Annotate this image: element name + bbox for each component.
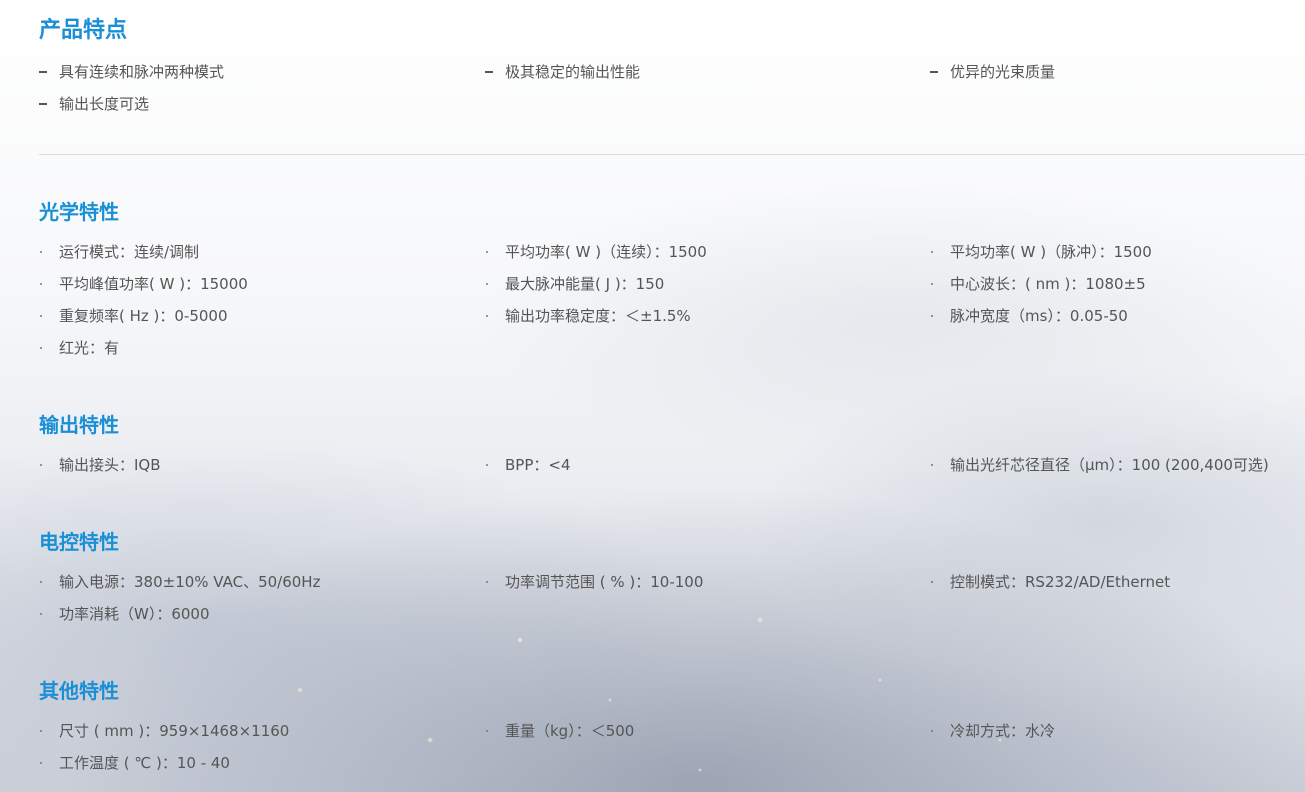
list-item: 输出长度可选 <box>39 94 485 126</box>
bullet-icon <box>39 242 51 262</box>
list-item: 冷却方式：水冷 <box>930 721 1305 753</box>
bullet-icon <box>930 242 942 262</box>
list-item: 工作温度 ( ℃ )：10 - 40 <box>39 753 485 785</box>
list-item: 功率消耗（W）：6000 <box>39 604 485 636</box>
list-item: 运行模式：连续/调制 <box>39 242 485 274</box>
list-item: 输出光纤芯径直径（μm）：100 (200,400可选) <box>930 455 1305 487</box>
list-item: 平均峰值功率( W )：15000 <box>39 274 485 306</box>
optical-heading: 光学特性 <box>39 200 119 224</box>
bullet-icon <box>485 721 497 741</box>
dash-icon <box>930 62 942 82</box>
bullet-icon <box>930 274 942 294</box>
output-list: 输出接头：IQB BPP：<4 输出光纤芯径直径（μm）：100 (200,40… <box>39 455 1305 487</box>
list-item: 平均功率( W )（连续）：1500 <box>485 242 930 274</box>
features-list: 具有连续和脉冲两种模式 极其稳定的输出性能 优异的光束质量 输出长度可选 <box>39 62 1305 126</box>
bullet-icon <box>485 242 497 262</box>
section-divider <box>39 154 1305 155</box>
bullet-icon <box>485 572 497 592</box>
other-heading: 其他特性 <box>39 679 119 703</box>
bullet-icon <box>485 274 497 294</box>
list-item: 最大脉冲能量( J )：150 <box>485 274 930 306</box>
electrical-list: 输入电源：380±10% VAC、50/60Hz 功率调节范围 ( % )：10… <box>39 572 1305 636</box>
list-item: 输出接头：IQB <box>39 455 485 487</box>
list-item: 中心波长：( nm )：1080±5 <box>930 274 1305 306</box>
list-item: 红光：有 <box>39 338 485 370</box>
bullet-icon <box>485 306 497 326</box>
optical-list: 运行模式：连续/调制 平均功率( W )（连续）：1500 平均功率( W )（… <box>39 242 1305 370</box>
list-item: 控制模式：RS232/AD/Ethernet <box>930 572 1305 604</box>
dash-icon <box>39 94 51 114</box>
bullet-icon <box>39 455 51 475</box>
list-item: 功率调节范围 ( % )：10-100 <box>485 572 930 604</box>
list-item: 输入电源：380±10% VAC、50/60Hz <box>39 572 485 604</box>
bullet-icon <box>39 753 51 773</box>
list-item: 输出功率稳定度：＜±1.5% <box>485 306 930 338</box>
bullet-icon <box>39 306 51 326</box>
bullet-icon <box>930 572 942 592</box>
bullet-icon <box>39 274 51 294</box>
bullet-icon <box>39 721 51 741</box>
list-item: 具有连续和脉冲两种模式 <box>39 62 485 94</box>
bullet-icon <box>930 721 942 741</box>
bullet-icon <box>39 572 51 592</box>
dash-icon <box>485 62 497 82</box>
list-item: 重量（kg）：＜500 <box>485 721 930 753</box>
bullet-icon <box>485 455 497 475</box>
list-item: 尺寸 ( mm )：959×1468×1160 <box>39 721 485 753</box>
bullet-icon <box>930 306 942 326</box>
list-item: 重复频率( Hz )：0-5000 <box>39 306 485 338</box>
output-heading: 输出特性 <box>39 413 119 437</box>
list-item: 平均功率( W )（脉冲）：1500 <box>930 242 1305 274</box>
list-item: 优异的光束质量 <box>930 62 1305 94</box>
dash-icon <box>39 62 51 82</box>
list-item: 极其稳定的输出性能 <box>485 62 930 94</box>
bullet-icon <box>39 338 51 358</box>
electrical-heading: 电控特性 <box>39 530 119 554</box>
bullet-icon <box>39 604 51 624</box>
bullet-icon <box>930 455 942 475</box>
list-item: 脉冲宽度（ms）：0.05-50 <box>930 306 1305 338</box>
other-list: 尺寸 ( mm )：959×1468×1160 重量（kg）：＜500 冷却方式… <box>39 721 1305 785</box>
features-heading: 产品特点 <box>39 18 128 43</box>
list-item: BPP：<4 <box>485 455 930 487</box>
